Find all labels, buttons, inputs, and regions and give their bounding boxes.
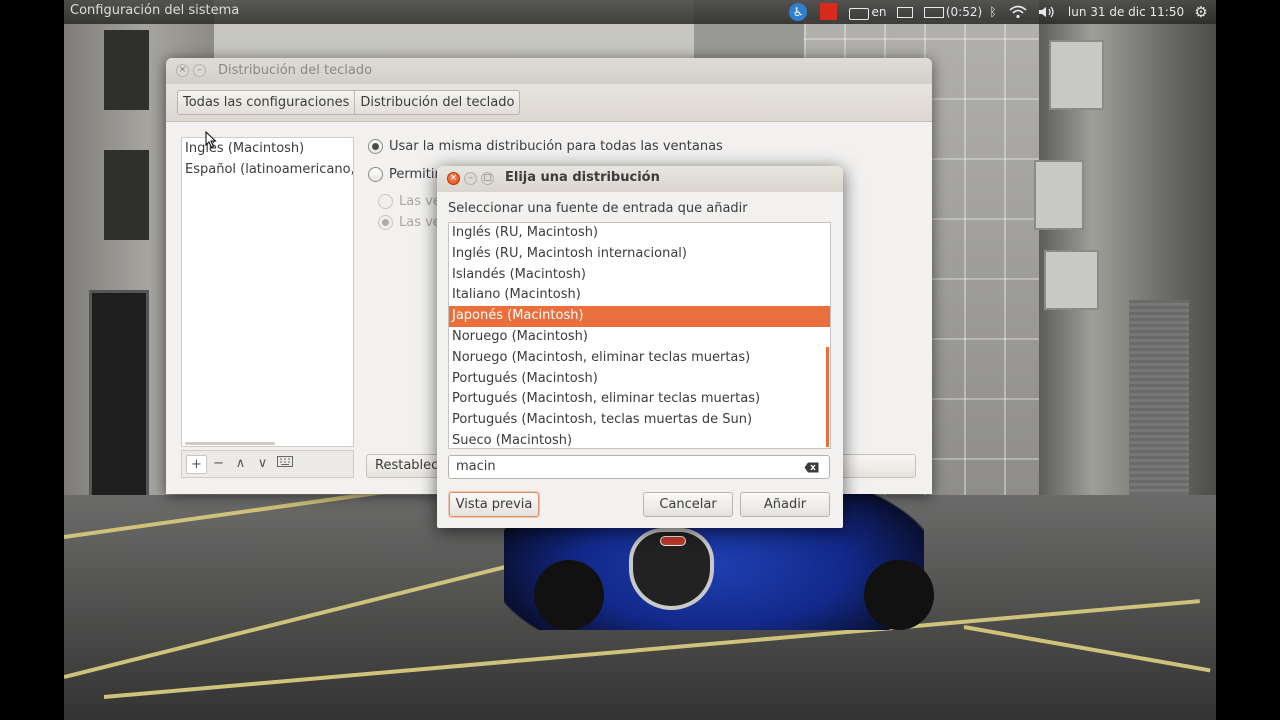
close-icon[interactable]: × <box>447 172 460 185</box>
battery-icon[interactable] <box>923 3 945 21</box>
list-item-selected[interactable]: Japonés (Macintosh) <box>449 306 830 327</box>
bluetooth-icon[interactable]: ᛒ <box>986 3 1000 21</box>
car-wheel <box>864 560 934 630</box>
radio-icon[interactable] <box>368 167 383 182</box>
mail-icon[interactable] <box>896 3 914 21</box>
minimize-icon[interactable]: – <box>193 64 206 77</box>
sub-option-1: Las ve <box>378 194 441 209</box>
window-toolbar: Todas las configuraciones Distribución d… <box>166 84 932 122</box>
vertical-scrollbar[interactable] <box>826 347 829 447</box>
window-title: Distribución del teclado <box>218 63 373 78</box>
keyboard-lang[interactable]: en <box>870 3 888 21</box>
add-button[interactable]: Añadir <box>740 492 830 517</box>
sub-option-label: Las ve <box>399 215 441 230</box>
radio-icon[interactable] <box>368 139 383 154</box>
keyboard-preview-icon[interactable] <box>274 455 296 474</box>
mouse-cursor-icon <box>205 131 217 149</box>
dialog-title: Elija una distribución <box>505 170 660 185</box>
accessibility-icon[interactable]: ♿ <box>789 3 807 21</box>
different-layout-label: Permitir <box>389 167 440 182</box>
list-item[interactable]: Español (latinoamericano, el <box>182 159 353 180</box>
choose-layout-dialog: × – □ Elija una distribución Seleccionar… <box>437 166 843 528</box>
input-source-list[interactable]: Inglés (Macintosh) Español (latinoameric… <box>181 137 354 447</box>
same-layout-option[interactable]: Usar la misma distribución para todas la… <box>368 139 723 154</box>
sub-option-2: Las ve <box>378 215 441 230</box>
top-panel: Configuración del sistema ♿ en (0:52) ᛒ … <box>64 0 1216 24</box>
search-value: macin <box>456 459 496 474</box>
list-item[interactable]: Noruego (Macintosh, eliminar teclas muer… <box>449 348 830 369</box>
car-wheel <box>534 560 604 630</box>
dialog-titlebar: × – □ Elija una distribución <box>437 166 843 192</box>
search-input[interactable]: macin <box>448 455 830 479</box>
clock[interactable]: lun 31 de dic 11:50 <box>1067 3 1185 21</box>
list-item[interactable]: Portugués (Macintosh, eliminar teclas mu… <box>449 389 830 410</box>
list-item[interactable]: Portugués (Macintosh, teclas muertas de … <box>449 410 830 431</box>
list-item[interactable]: Islandés (Macintosh) <box>449 265 830 286</box>
minimize-icon[interactable]: – <box>464 172 477 185</box>
volume-icon[interactable] <box>1037 3 1057 21</box>
layout-list[interactable]: Inglés (RU, Macintosh) Inglés (RU, Macin… <box>448 222 831 449</box>
same-layout-label: Usar la misma distribución para todas la… <box>389 139 723 154</box>
radio-icon <box>378 215 393 230</box>
app-title: Configuración del sistema <box>70 3 240 18</box>
dialog-caption: Seleccionar una fuente de entrada que añ… <box>448 201 748 216</box>
radio-icon <box>378 194 393 209</box>
cancel-button[interactable]: Cancelar <box>643 492 733 517</box>
car-badge <box>660 536 686 546</box>
sub-option-label: Las ve <box>399 194 441 209</box>
clear-icon[interactable] <box>804 462 819 473</box>
maximize-icon[interactable]: □ <box>481 172 494 185</box>
breadcrumb-keyboard-layout[interactable]: Distribución del teclado <box>355 91 519 114</box>
different-layout-option[interactable]: Permitir <box>368 167 440 182</box>
input-source-toolbar: + − ∧ ∨ <box>181 450 354 478</box>
list-item[interactable]: Portugués (Macintosh) <box>449 369 830 390</box>
list-item[interactable]: Italiano (Macintosh) <box>449 285 830 306</box>
remove-source-button[interactable]: − <box>208 455 229 474</box>
battery-time[interactable]: (0:52) <box>946 3 982 21</box>
keyboard-icon[interactable] <box>848 3 870 21</box>
list-item[interactable]: Noruego (Macintosh) <box>449 327 830 348</box>
horizontal-scrollbar[interactable] <box>185 442 275 445</box>
list-item[interactable]: Sueco (Macintosh) <box>449 431 830 448</box>
gear-icon[interactable]: ⚙ <box>1192 3 1210 21</box>
record-stop-icon[interactable] <box>820 3 837 20</box>
add-source-button[interactable]: + <box>186 454 207 474</box>
breadcrumb-all-settings[interactable]: Todas las configuraciones <box>178 91 356 114</box>
list-item[interactable]: Inglés (RU, Macintosh internacional) <box>449 244 830 265</box>
wifi-icon[interactable] <box>1008 3 1028 21</box>
move-up-button[interactable]: ∧ <box>230 455 251 474</box>
preview-button[interactable]: Vista previa <box>449 492 539 517</box>
list-item[interactable]: Inglés (RU, Macintosh) <box>449 223 830 244</box>
move-down-button[interactable]: ∨ <box>252 455 273 474</box>
breadcrumb: Todas las configuraciones Distribución d… <box>177 90 521 115</box>
close-icon[interactable]: × <box>176 64 189 77</box>
window-titlebar: × – Distribución del teclado <box>166 58 932 84</box>
